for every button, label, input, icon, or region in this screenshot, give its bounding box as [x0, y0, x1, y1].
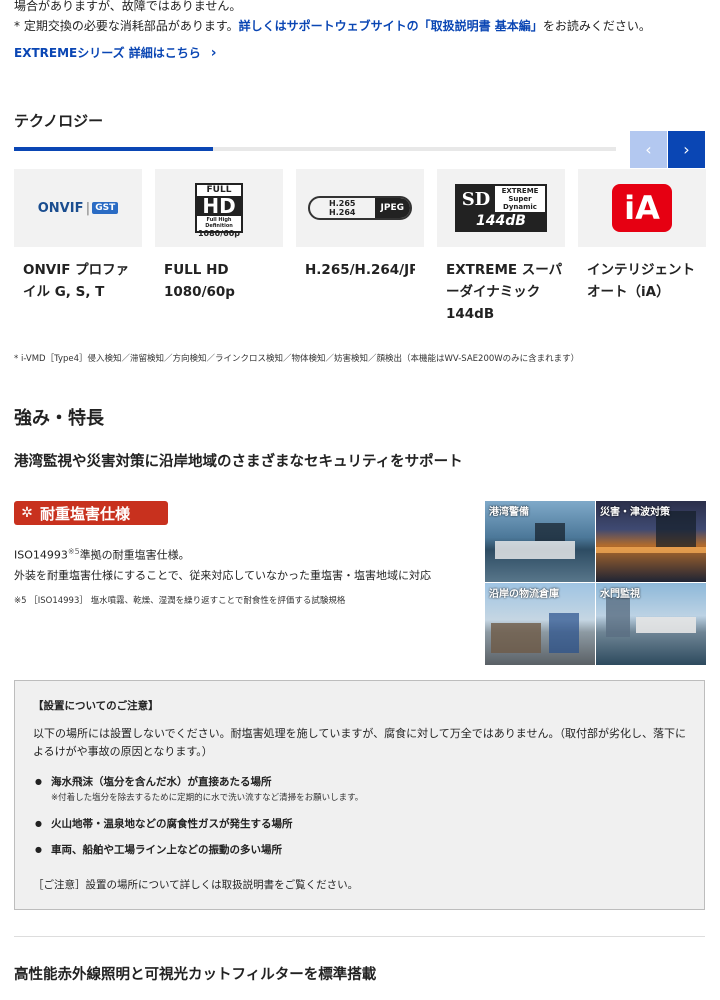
chevron-right-icon: › — [683, 140, 690, 159]
ia-logo: iA — [578, 169, 706, 247]
notice-list: 海水飛沫（塩分を含んだ水）が直接あたる場所※付着した塩分を除去するために定期的に… — [33, 773, 363, 859]
tech-card-label: EXTREME スーパーダイナミック 144dB — [446, 262, 563, 322]
tech-card-fullhd[interactable]: FULL HD Full High Definition 1080/60p FU… — [155, 169, 283, 303]
salt-damage-description: ISO14993※5準拠の耐重塩害仕様。 外装を耐重塩害仕様にすることで、従来対… — [14, 547, 432, 582]
tech-card-label: H.265/H.264/JPEG — [305, 262, 415, 278]
tech-card-label: インテリジェントオート（iA） — [587, 262, 695, 300]
photo-disaster-tsunami: 災害・津波対策 — [596, 501, 706, 582]
use-case-photo-grid: 港湾警備 災害・津波対策 沿岸の物流倉庫 水門監視 — [485, 501, 706, 665]
next-section-heading: 高性能赤外線照明と可視光カットフィルターを標準搭載 — [14, 967, 377, 983]
fullhd-logo: FULL HD Full High Definition 1080/60p — [155, 169, 283, 247]
sparkle-icon: ✲ — [21, 505, 33, 521]
carousel-next-button[interactable]: › — [668, 131, 705, 168]
extreme-series-link[interactable]: EXTREMEシリーズ 詳細はこちら › — [14, 44, 217, 61]
technology-title: テクノロジー — [14, 112, 104, 130]
tech-card-extreme[interactable]: SD EXTREME Super Dynamic 144dB EXTREME スーパ… — [437, 169, 565, 325]
strengths-title: 強み・特長 — [14, 408, 104, 429]
section-divider — [14, 936, 705, 937]
extreme-series-link-label: EXTREMEシリーズ 詳細はこちら — [14, 46, 201, 60]
iso-footnote: ※5 ［ISO14993］ 塩水噴霧、乾燥、湿潤を繰り返すことで耐食性を評価する… — [14, 596, 346, 606]
footnote-ivmd: * i-VMD［Type4］侵入検知／滞留検知／方向検知／ラインクロス検知／物体… — [14, 354, 580, 364]
tech-card-label: FULL HD 1080/60p — [164, 262, 235, 300]
list-item: 車両、船舶や工場ライン上などの振動の多い場所 — [33, 841, 363, 859]
tech-card-codec[interactable]: H.265H.264 JPEG H.265/H.264/JPEG — [296, 169, 424, 281]
intro-text: 場合がありますが、故障ではありません。 * 定期交換の必要な消耗部品があります。… — [14, 0, 651, 36]
chevron-right-icon: › — [210, 44, 217, 61]
chevron-left-icon: ‹ — [645, 140, 652, 159]
salt-damage-badge: ✲ 耐重塩害仕様 — [14, 501, 168, 525]
installation-notice-box: 【設置についてのご注意】 以下の場所には設置しないでください。耐塩害処理を施して… — [14, 680, 705, 910]
tech-card-ia[interactable]: iA インテリジェントオート（iA） — [578, 169, 706, 303]
carousel-prev-button[interactable]: ‹ — [630, 131, 667, 168]
technology-carousel: ONVIF | GST ONVIF プロファイル G, S, T FULL HD F… — [14, 169, 720, 329]
intro-line-2: * 定期交換の必要な消耗部品があります。詳しくはサポートウェブサイトの「取扱説明… — [14, 19, 651, 33]
carousel-progress-fill — [14, 147, 213, 151]
list-item: 火山地帯・温泉地などの腐食性ガスが発生する場所 — [33, 815, 363, 833]
notice-title: 【設置についてのご注意】 — [33, 700, 159, 712]
sd-extreme-logo: SD EXTREME Super Dynamic 144dB — [437, 169, 565, 247]
tech-card-onvif[interactable]: ONVIF | GST ONVIF プロファイル G, S, T — [14, 169, 142, 303]
list-item: 海水飛沫（塩分を含んだ水）が直接あたる場所※付着した塩分を除去するために定期的に… — [33, 773, 363, 805]
strengths-subtitle: 港湾監視や災害対策に沿岸地域のさまざまなセキュリティをサポート — [14, 454, 463, 470]
photo-floodgate: 水門監視 — [596, 583, 706, 665]
photo-coastal-warehouse: 沿岸の物流倉庫 — [485, 583, 595, 665]
intro-line-1: 場合がありますが、故障ではありません。 — [14, 0, 242, 13]
notice-body: 以下の場所には設置しないでください。耐塩害処理を施していますが、腐食に対して万全… — [33, 727, 686, 758]
onvif-logo: ONVIF | GST — [14, 169, 142, 247]
carousel-progress-bar — [14, 147, 616, 151]
manual-link[interactable]: 詳しくはサポートウェブサイトの「取扱説明書 基本編」 — [239, 19, 543, 33]
tech-card-label: ONVIF プロファイル G, S, T — [23, 262, 130, 300]
notice-footer: ［ご注意］設置の場所について詳しくは取扱説明書をご覧ください。 — [33, 879, 359, 891]
codec-logo: H.265 H.264 JPEG — [296, 169, 424, 247]
photo-harbor-security: 港湾警備 — [485, 501, 595, 582]
